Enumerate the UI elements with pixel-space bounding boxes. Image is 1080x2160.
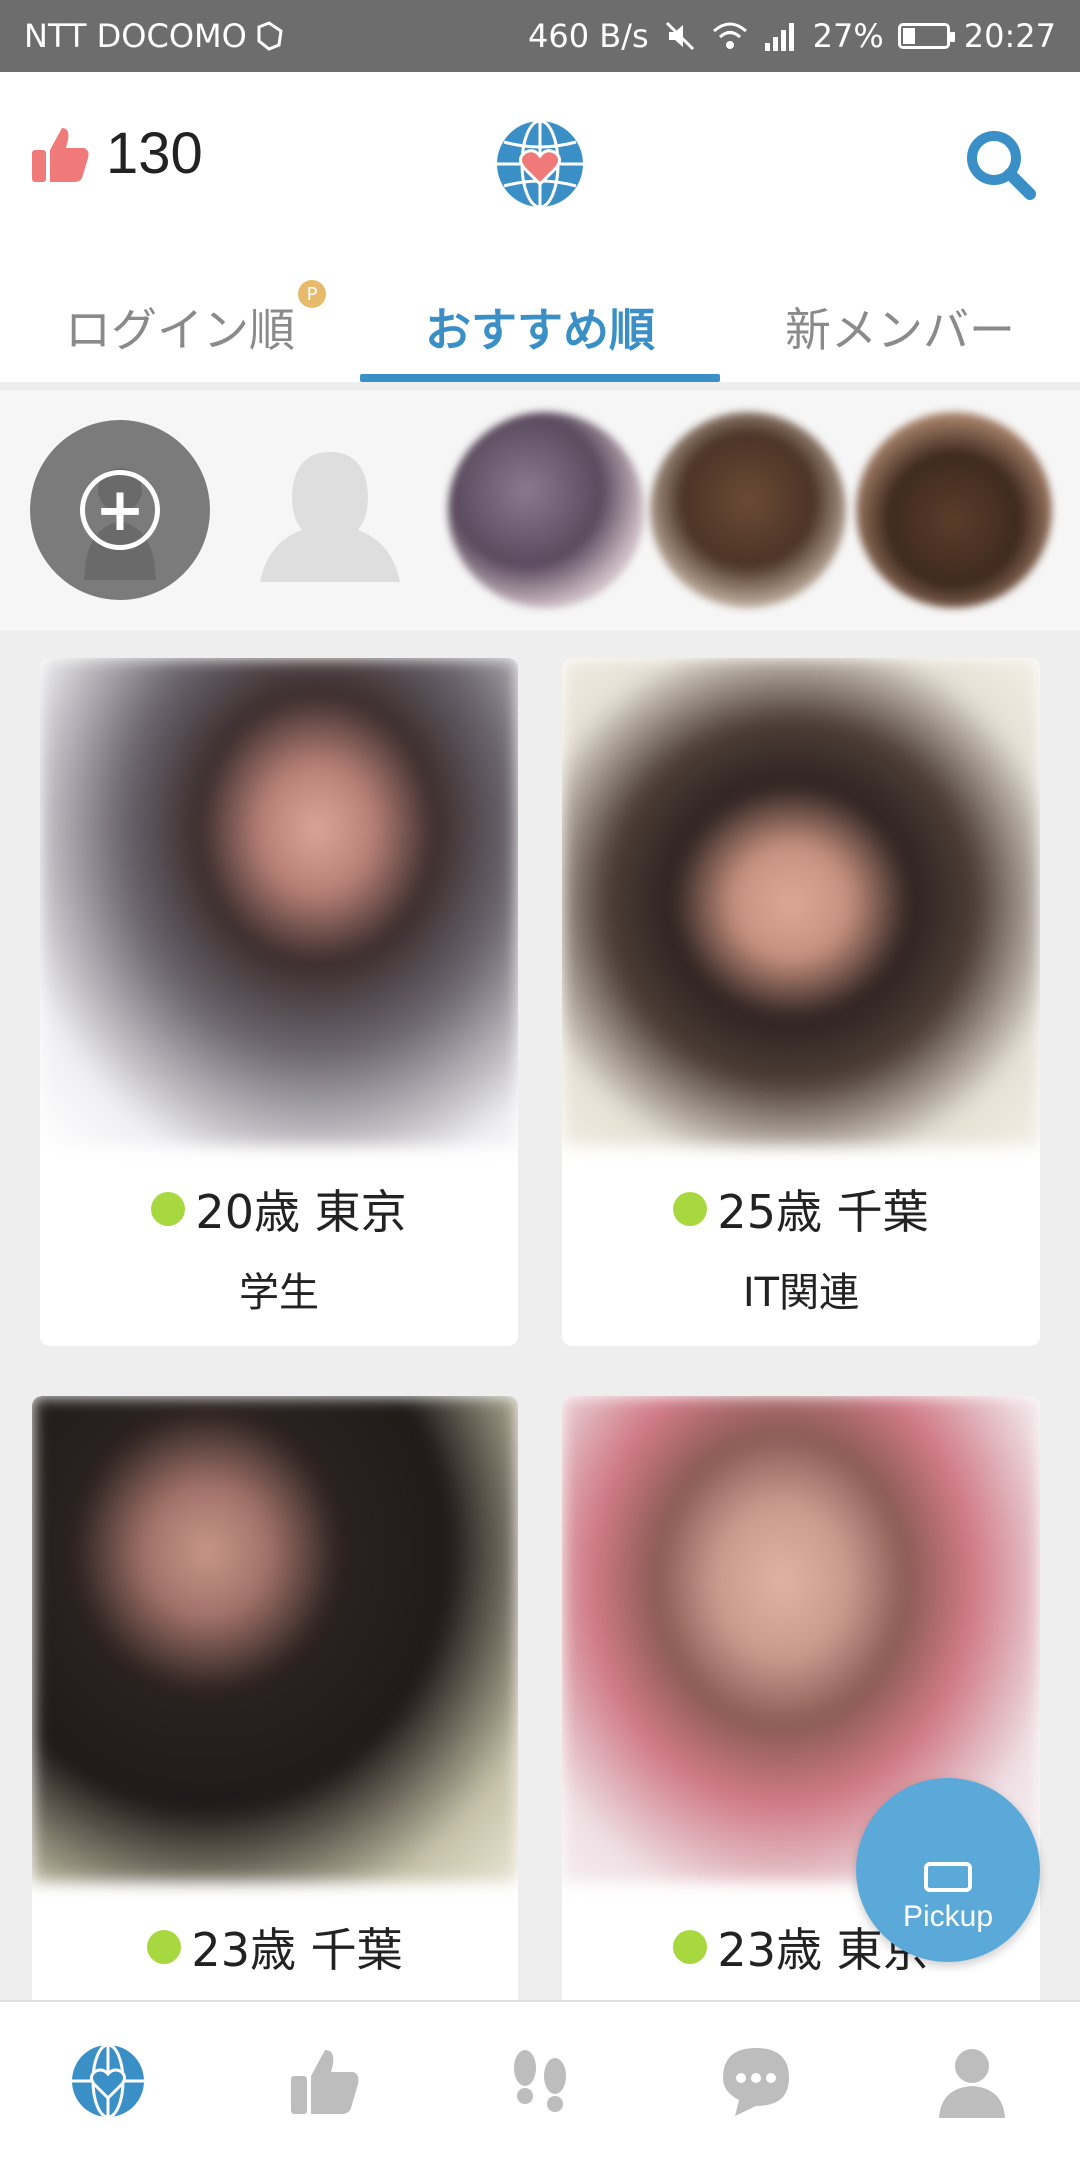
pickup-button[interactable]: Pickup xyxy=(856,1778,1040,1962)
status-bar: NTT DOCOMO 460 B/s 27% 20:27 xyxy=(0,0,1080,72)
story-avatar[interactable] xyxy=(650,412,846,608)
carrier-label: NTT DOCOMO xyxy=(24,17,247,55)
profile-card[interactable]: 25歳 千葉 IT関連 xyxy=(562,658,1040,1346)
header: 130 ログイン順 P おすすめ順 新メンバー xyxy=(0,72,1080,382)
clock: 20:27 xyxy=(963,17,1056,55)
points-badge: P xyxy=(298,280,326,308)
tab-label-new-members: 新メンバー xyxy=(785,303,1015,357)
app-root: NTT DOCOMO 460 B/s 27% 20:27 130 ログイン順 P… xyxy=(0,0,1080,2160)
card-stack-icon xyxy=(924,1862,972,1892)
profile-photo xyxy=(562,658,1040,1146)
status-right: 460 B/s 27% 20:27 xyxy=(528,17,1056,55)
mute-icon xyxy=(665,21,694,51)
nav-footprints[interactable] xyxy=(432,2002,648,2160)
story-avatar[interactable] xyxy=(856,412,1052,608)
globe-heart-icon xyxy=(72,2043,144,2119)
sort-tabs: ログイン順 P おすすめ順 新メンバー xyxy=(0,272,1080,382)
age-location: 25歳 千葉 xyxy=(717,1185,929,1239)
add-story-button[interactable]: + xyxy=(30,420,210,600)
occupation: 学生 xyxy=(239,1270,319,1316)
likes-counter[interactable]: 130 xyxy=(28,120,203,187)
wifi-icon xyxy=(712,22,747,49)
search-icon[interactable] xyxy=(960,124,1040,204)
plus-icon: + xyxy=(80,470,160,550)
thumbs-up-icon xyxy=(32,127,89,182)
profile-photo xyxy=(40,658,518,1146)
tab-label-login-order: ログイン順 xyxy=(65,303,295,357)
chat-bubble-icon xyxy=(723,2048,789,2116)
signal-icon xyxy=(764,23,794,51)
online-status-dot xyxy=(673,1192,708,1226)
active-tab-indicator xyxy=(360,374,720,382)
likes-count: 130 xyxy=(106,121,203,186)
profile-info: 23歳 千葉 xyxy=(32,1914,518,1998)
thumbs-up-icon xyxy=(291,2050,359,2114)
tab-login-order[interactable]: ログイン順 P xyxy=(0,272,360,382)
net-speed: 460 B/s xyxy=(528,17,649,55)
footprints-icon xyxy=(514,2050,566,2112)
profile-icon xyxy=(939,2049,1005,2118)
profile-photo xyxy=(32,1396,518,1882)
battery-percent: 27% xyxy=(812,17,884,55)
nav-profile[interactable] xyxy=(864,2002,1080,2160)
status-left: NTT DOCOMO xyxy=(24,17,287,55)
globe-heart-icon[interactable] xyxy=(494,118,586,210)
battery-icon xyxy=(897,23,955,49)
nfc-icon xyxy=(257,21,283,51)
pickup-label: Pickup xyxy=(902,1900,994,1933)
nav-messages[interactable] xyxy=(648,2002,864,2160)
tab-recommended[interactable]: おすすめ順 xyxy=(360,272,720,382)
tab-new-members[interactable]: 新メンバー xyxy=(720,272,1080,382)
nav-search-home[interactable] xyxy=(0,2002,216,2160)
profile-info: 20歳 東京 学生 xyxy=(40,1176,518,1318)
bottom-nav xyxy=(0,2000,1080,2160)
online-status-dot xyxy=(151,1192,186,1226)
story-avatar-placeholder[interactable] xyxy=(232,412,428,608)
age-location: 23歳 千葉 xyxy=(191,1923,403,1977)
age-location: 20歳 東京 xyxy=(195,1185,407,1239)
occupation: IT関連 xyxy=(742,1270,860,1316)
online-status-dot xyxy=(147,1930,182,1964)
profile-card[interactable]: 23歳 千葉 xyxy=(32,1396,518,2016)
story-avatar[interactable] xyxy=(448,412,644,608)
female-silhouette-icon xyxy=(260,452,400,582)
online-status-dot xyxy=(673,1930,708,1964)
tab-label-recommended: おすすめ順 xyxy=(425,303,655,357)
profile-info: 25歳 千葉 IT関連 xyxy=(562,1176,1040,1318)
nav-likes[interactable] xyxy=(216,2002,432,2160)
profile-card[interactable]: 20歳 東京 学生 xyxy=(40,658,518,1346)
story-row: + xyxy=(0,390,1080,630)
